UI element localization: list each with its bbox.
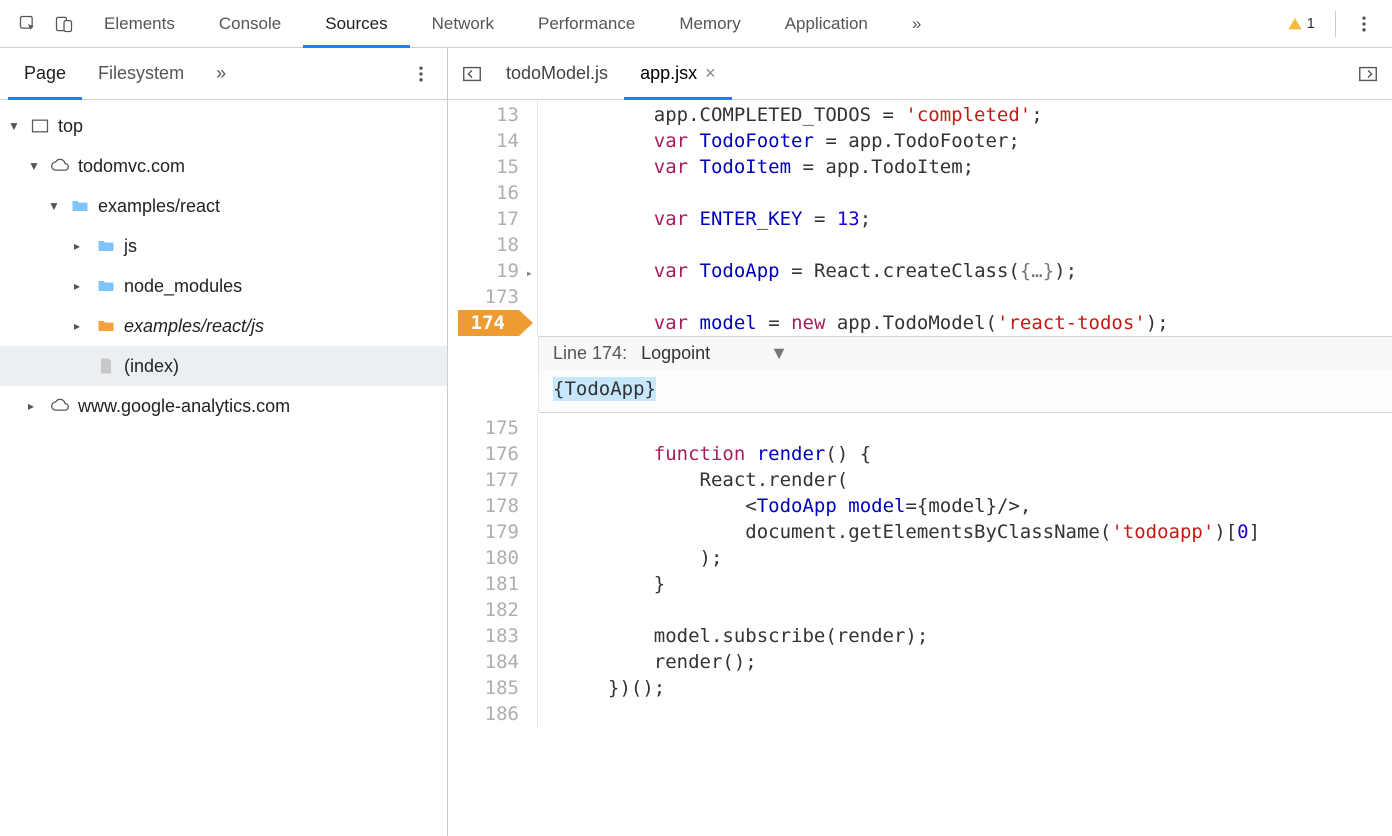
tab-memory[interactable]: Memory <box>657 0 762 48</box>
tree-label: node_modules <box>124 276 242 297</box>
divider <box>1335 11 1336 37</box>
editor-tabs: todoModel.js app.jsx × <box>448 48 1392 100</box>
tree-label: (index) <box>124 356 179 377</box>
folder-icon <box>94 276 118 296</box>
toggle-debugger-icon[interactable] <box>1354 60 1382 88</box>
line-label: Line 174: <box>553 343 627 364</box>
file-tab-label: todoModel.js <box>506 63 608 84</box>
tab-more[interactable]: » <box>890 0 943 48</box>
kebab-menu-icon[interactable] <box>1352 12 1376 36</box>
tab-application[interactable]: Application <box>763 0 890 48</box>
tree-domain-ga[interactable]: ▸ www.google-analytics.com <box>0 386 447 426</box>
document-icon <box>94 356 118 376</box>
breakpoint-inline-editor: Line 174: Logpoint▼ {TodoApp} <box>538 336 1392 413</box>
cloud-icon <box>48 396 72 416</box>
tree-label: js <box>124 236 137 257</box>
tree-folder-js[interactable]: ▸ js <box>0 226 447 266</box>
tree-label: www.google-analytics.com <box>78 396 290 417</box>
inspect-element-icon[interactable] <box>16 12 40 36</box>
close-tab-icon[interactable]: × <box>705 63 716 84</box>
frame-icon <box>28 116 52 136</box>
device-mode-icon[interactable] <box>52 12 76 36</box>
tab-elements[interactable]: Elements <box>82 0 197 48</box>
tree-label: examples/react <box>98 196 220 217</box>
tree-domain-todomvc[interactable]: ▼ todomvc.com <box>0 146 447 186</box>
tree-label: examples/react/js <box>124 316 264 337</box>
breakpoint-type-dropdown[interactable]: Logpoint▼ <box>641 343 788 364</box>
editor-pane: todoModel.js app.jsx × 13141516171819173… <box>448 48 1392 836</box>
warning-count: 1 <box>1307 15 1315 32</box>
navigator-tabs: Page Filesystem » <box>0 48 447 100</box>
tree-frame-top[interactable]: ▼ top <box>0 106 447 146</box>
tab-performance[interactable]: Performance <box>516 0 657 48</box>
sidetab-page[interactable]: Page <box>8 48 82 100</box>
sidetab-filesystem[interactable]: Filesystem <box>82 48 200 100</box>
file-tab-appjsx[interactable]: app.jsx × <box>624 48 732 100</box>
warning-badge[interactable]: 1 <box>1287 15 1315 32</box>
tab-network[interactable]: Network <box>410 0 516 48</box>
toggle-navigator-icon[interactable] <box>458 60 486 88</box>
tree-label: top <box>58 116 83 137</box>
navigator-kebab-icon[interactable] <box>409 62 433 86</box>
tree-folder-examples-react[interactable]: ▼ examples/react <box>0 186 447 226</box>
tree-folder-node-modules[interactable]: ▸ node_modules <box>0 266 447 306</box>
tree-folder-sourcemap[interactable]: ▸ examples/react/js <box>0 306 447 346</box>
tab-console[interactable]: Console <box>197 0 303 48</box>
file-tree: ▼ top ▼ todomvc.com ▼ examples/react ▸ j… <box>0 100 447 426</box>
sourcemap-folder-icon <box>94 316 118 336</box>
tree-label: todomvc.com <box>78 156 185 177</box>
code-editor[interactable]: 13141516171819173174 app.COMPLETED_TODOS… <box>448 100 1392 727</box>
cloud-icon <box>48 156 72 176</box>
file-tab-todomodel[interactable]: todoModel.js <box>490 48 624 100</box>
sidetab-more[interactable]: » <box>200 48 242 100</box>
file-tab-label: app.jsx <box>640 63 697 84</box>
navigator-sidebar: Page Filesystem » ▼ top ▼ todomvc.com ▼ <box>0 48 448 836</box>
devtools-tab-bar: Elements Console Sources Network Perform… <box>0 0 1392 48</box>
folder-icon <box>68 196 92 216</box>
logpoint-input[interactable]: {TodoApp} <box>539 370 1392 412</box>
folder-icon <box>94 236 118 256</box>
tab-sources[interactable]: Sources <box>303 0 409 48</box>
tree-file-index[interactable]: (index) <box>0 346 447 386</box>
